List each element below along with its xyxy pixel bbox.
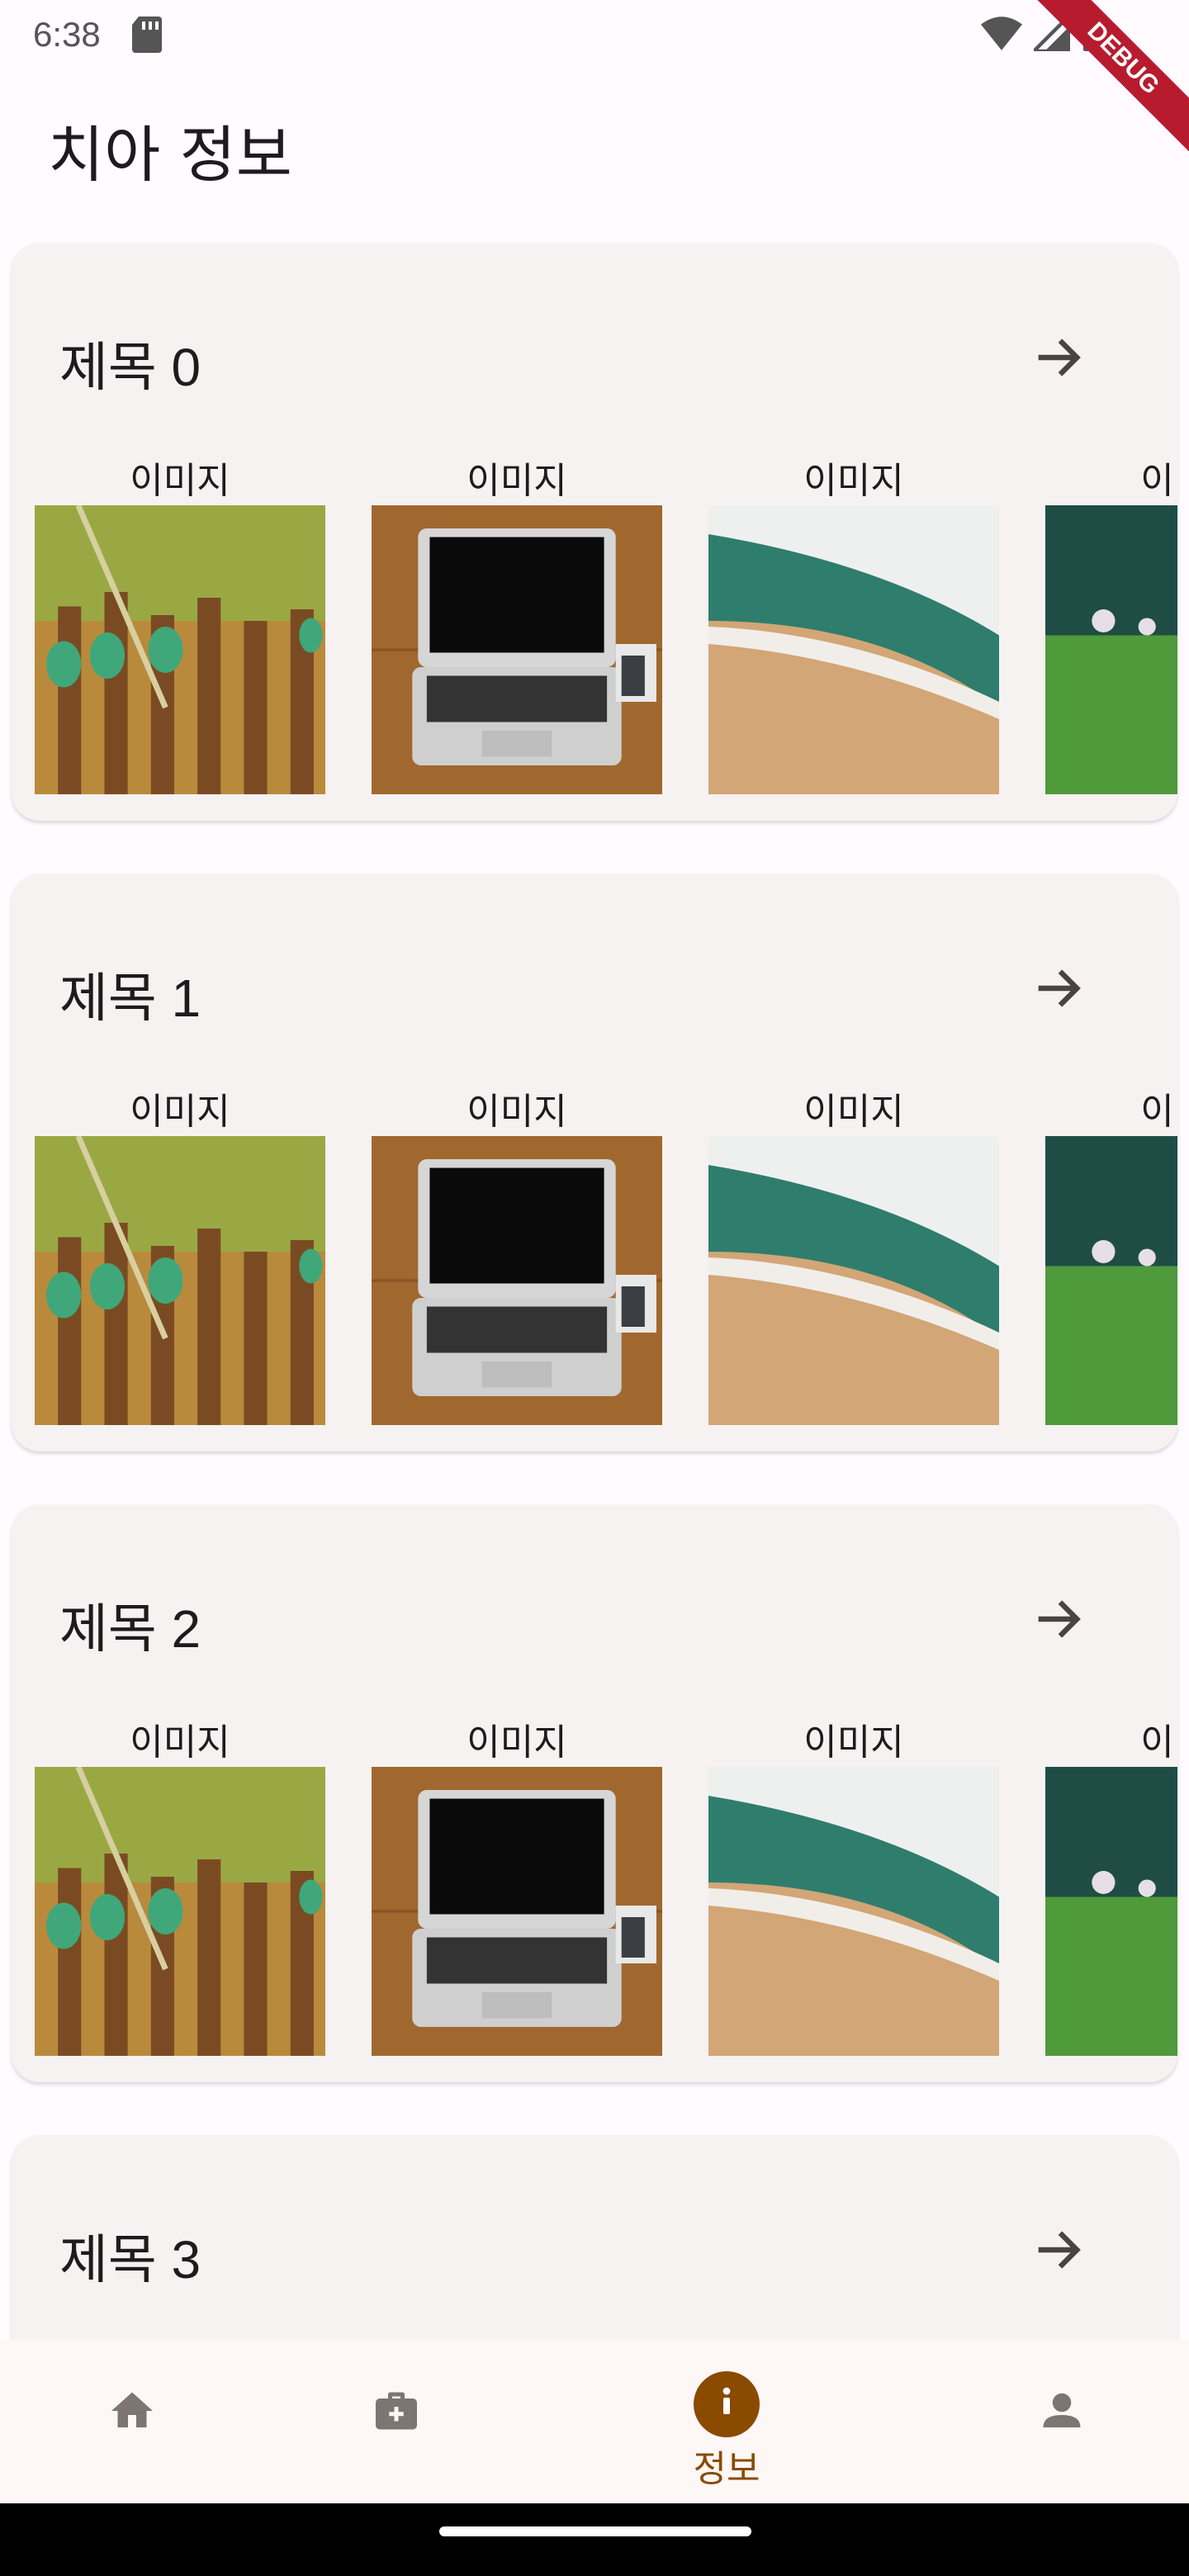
system-navigation-bar bbox=[0, 2503, 1189, 2576]
image-label: 이미지 bbox=[803, 1721, 904, 1764]
bottom-navigation: 정보 bbox=[0, 2340, 1189, 2503]
home-icon bbox=[111, 2392, 153, 2427]
nav-item-profile[interactable] bbox=[996, 2340, 1128, 2503]
nav-item-info[interactable]: 정보 bbox=[661, 2340, 793, 2503]
person-icon bbox=[1043, 2393, 1081, 2427]
status-bar: 6:38 bbox=[0, 0, 1189, 69]
image-label: 이미지 bbox=[803, 460, 904, 502]
image-thumb[interactable]: 이미지 bbox=[35, 1719, 325, 2056]
image-thumb[interactable]: 이미지 bbox=[1045, 457, 1177, 794]
arrow-forward-icon[interactable] bbox=[1029, 329, 1087, 386]
image-thumb[interactable]: 이미지 bbox=[1045, 1088, 1177, 1425]
image-thumb[interactable]: 이미지 bbox=[35, 457, 325, 794]
image-thumb[interactable]: 이미지 bbox=[372, 1719, 662, 2056]
info-card[interactable]: 제목 1 이미지 이미지 이미지 이미지 bbox=[12, 874, 1177, 1451]
image-label: 이미지 bbox=[1140, 1091, 1177, 1133]
image-thumb[interactable]: 이미지 bbox=[708, 1088, 999, 1425]
laptop-image bbox=[372, 505, 662, 794]
wifi-icon bbox=[981, 17, 1022, 50]
fence-image bbox=[35, 1767, 325, 2056]
nav-item-medical[interactable] bbox=[330, 2340, 462, 2503]
fence-image bbox=[35, 1136, 325, 1425]
image-label: 이미지 bbox=[467, 460, 567, 502]
sd-card-icon bbox=[132, 17, 162, 53]
image-thumb[interactable]: 이미지 bbox=[35, 1088, 325, 1425]
image-label: 이미지 bbox=[130, 460, 230, 502]
image-label: 이미지 bbox=[1140, 1721, 1177, 1764]
park-image bbox=[1045, 1767, 1177, 2056]
card-title: 제목 3 bbox=[59, 2230, 201, 2290]
image-label: 이미지 bbox=[467, 1721, 567, 1764]
debug-banner-label: DEBUG bbox=[1024, 0, 1189, 160]
info-card[interactable]: 제목 0 이미지 이미지 이미지 이미지 bbox=[12, 243, 1177, 821]
image-label: 이미지 bbox=[130, 1091, 230, 1133]
laptop-image bbox=[372, 1136, 662, 1425]
info-card[interactable]: 제목 2 이미지 이미지 이미지 이미지 bbox=[12, 1504, 1177, 2082]
arrow-forward-icon[interactable] bbox=[1029, 1590, 1087, 1648]
card-title: 제목 2 bbox=[59, 1599, 201, 1659]
image-label: 이미지 bbox=[130, 1721, 230, 1764]
image-label: 이미지 bbox=[1140, 460, 1177, 502]
image-thumb[interactable]: 이미지 bbox=[708, 457, 999, 794]
image-label: 이미지 bbox=[467, 1091, 567, 1133]
info-icon bbox=[722, 2387, 731, 2414]
park-image bbox=[1045, 505, 1177, 794]
park-image bbox=[1045, 1136, 1177, 1425]
image-thumb[interactable]: 이미지 bbox=[1045, 1719, 1177, 2056]
nav-label-info: 정보 bbox=[693, 2448, 760, 2490]
card-title: 제목 1 bbox=[59, 968, 201, 1028]
card-title: 제목 0 bbox=[59, 338, 201, 397]
laptop-image bbox=[372, 1767, 662, 2056]
image-label: 이미지 bbox=[803, 1091, 904, 1133]
arrow-forward-icon[interactable] bbox=[1029, 959, 1087, 1017]
medical-bag-icon bbox=[376, 2392, 417, 2430]
debug-banner: DEBUG bbox=[1024, 0, 1189, 165]
image-thumb[interactable]: 이미지 bbox=[372, 457, 662, 794]
image-thumb[interactable]: 이미지 bbox=[708, 1719, 999, 2056]
arrow-forward-icon[interactable] bbox=[1029, 2221, 1087, 2279]
fence-image bbox=[35, 505, 325, 794]
page-title: 치아 정보 bbox=[48, 120, 292, 191]
home-gesture-handle[interactable] bbox=[439, 2526, 751, 2536]
beach-image bbox=[708, 1136, 999, 1425]
beach-image bbox=[708, 1767, 999, 2056]
image-thumb[interactable]: 이미지 bbox=[372, 1088, 662, 1425]
beach-image bbox=[708, 505, 999, 794]
status-time: 6:38 bbox=[33, 15, 101, 54]
nav-item-home[interactable] bbox=[66, 2340, 198, 2503]
